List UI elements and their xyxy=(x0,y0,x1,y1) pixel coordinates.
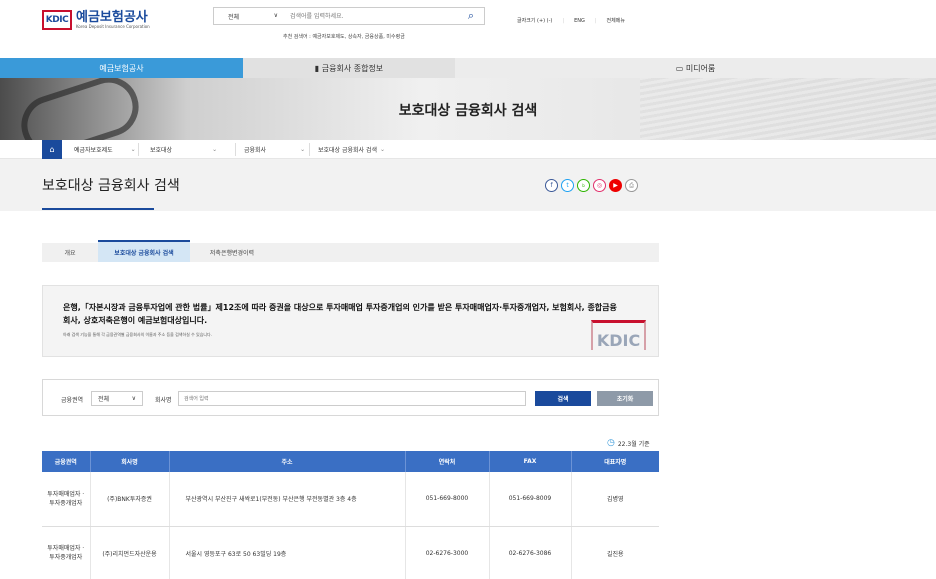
instagram-icon[interactable]: ◎ xyxy=(593,179,606,192)
language-eng-link[interactable]: ENG xyxy=(574,18,585,24)
table-row[interactable]: 투자매매업자 · 투자중개업자 (주)리치먼드자산운용 서울시 영등포구 63로… xyxy=(42,526,659,579)
sub-tabs: 개요 보호대상 금융회사 검색 저축은행변경이력 xyxy=(42,240,659,262)
col-address: 주소 xyxy=(169,451,406,472)
as-of-date: ◷ 22.3월 기준 xyxy=(607,438,650,448)
col-fax: FAX xyxy=(489,451,572,472)
utility-menu: 글자크기 (+) (-) | ENG | 전체메뉴 xyxy=(517,17,625,25)
twitter-icon[interactable]: t xyxy=(561,179,574,192)
site-logo[interactable]: KDIC 예금보험공사 Korea Deposit Insurance Corp… xyxy=(42,10,150,30)
banner-title: 보호대상 금융회사 검색 xyxy=(398,103,538,119)
search-icon[interactable]: ⌕ xyxy=(458,9,484,23)
breadcrumb-item-current[interactable]: 보호대상 금융회사 검색 ⌄ xyxy=(318,140,385,159)
blog-icon[interactable]: b xyxy=(577,179,590,192)
col-sector: 금융권역 xyxy=(42,451,91,472)
tab-savings-bank-history[interactable]: 저축은행변경이력 xyxy=(190,243,274,262)
tab-media-room[interactable]: ▭ 미디어룸 xyxy=(455,58,936,78)
reset-button[interactable]: 초기화 xyxy=(597,391,653,406)
tab-protected-search[interactable]: 보호대상 금융회사 검색 xyxy=(98,240,190,262)
title-underline xyxy=(42,208,154,210)
notice-subtext: 아래 검색 기능을 통해 각 금융권역별 금융회사의 이름과 주소 등을 검색하… xyxy=(63,332,213,337)
hero-banner: 보호대상 금융회사 검색 xyxy=(0,78,936,140)
sector-select[interactable]: 전체 ∨ xyxy=(91,391,143,406)
main-nav: 예금보험공사 ▮ 금융회사 종합정보 ▭ 미디어룸 xyxy=(0,58,936,78)
clock-icon: ◷ xyxy=(607,438,615,448)
search-filter: 금융권역 전체∨ 회사명 검색 초기화 xyxy=(42,379,659,416)
col-company: 회사명 xyxy=(90,451,170,472)
notice-box: 은행,「자본시장과 금융투자업에 관한 법률」제12조에 따라 증권을 대상으로… xyxy=(42,285,659,357)
company-label: 회사명 xyxy=(155,397,172,404)
chevron-down-icon: ∨ xyxy=(273,11,278,19)
chevron-down-icon: ∨ xyxy=(131,395,136,402)
youtube-icon[interactable]: ▶ xyxy=(609,179,622,192)
print-icon[interactable]: ⎙ xyxy=(625,179,638,192)
page-header: 보호대상 금융회사 검색 f t b ◎ ▶ ⎙ xyxy=(0,159,936,211)
notice-text: 은행,「자본시장과 금융투자업에 관한 법률」제12조에 따라 증권을 대상으로… xyxy=(63,303,617,325)
search-scope-select[interactable]: 전체 ∨ xyxy=(214,12,284,21)
recommended-keywords: 추천 검색어 : 예금자보호제도, 상속자, 금융상품, 미수령금 xyxy=(283,34,405,40)
breadcrumb-item-protection-system[interactable]: 예금자보호제도 ⌄ xyxy=(74,140,136,159)
home-icon[interactable]: ⌂ xyxy=(42,140,62,159)
media-icon: ▭ xyxy=(675,63,686,73)
breadcrumb-item-protected[interactable]: 보호대상 ⌄ xyxy=(150,140,217,159)
sector-label: 금융권역 xyxy=(61,397,84,404)
breadcrumb-item-financial-company[interactable]: 금융회사 ⌄ xyxy=(244,140,305,159)
logo-korean-name: 예금보험공사 xyxy=(76,9,148,25)
facebook-icon[interactable]: f xyxy=(545,179,558,192)
search-input[interactable] xyxy=(284,8,458,24)
page-title: 보호대상 금융회사 검색 xyxy=(42,178,180,194)
company-name-input[interactable] xyxy=(178,391,526,406)
tab-financial-info[interactable]: ▮ 금융회사 종합정보 xyxy=(243,58,455,78)
font-size-control[interactable]: 글자크기 (+) (-) xyxy=(517,17,552,24)
tab-overview[interactable]: 개요 xyxy=(42,243,98,262)
col-phone: 연락처 xyxy=(405,451,490,472)
breadcrumb: ⌂ 예금자보호제도 ⌄ 보호대상 ⌄ 금융회사 ⌄ 보호대상 금융회사 검색 ⌄ xyxy=(0,140,936,159)
building-icon: ▮ xyxy=(314,63,322,73)
site-header: KDIC 예금보험공사 Korea Deposit Insurance Corp… xyxy=(0,0,936,58)
results-table: 금융권역 회사명 주소 연락처 FAX 대표자명 투자매매업자 · 투자중개업자… xyxy=(42,451,659,579)
col-ceo: 대표자명 xyxy=(571,451,659,472)
global-search: 전체 ∨ ⌕ xyxy=(213,7,485,25)
logo-english-name: Korea Deposit Insurance Corporation xyxy=(76,23,150,29)
share-icons: f t b ◎ ▶ ⎙ xyxy=(545,179,638,192)
search-button[interactable]: 검색 xyxy=(535,391,591,406)
all-menu-button[interactable]: 전체메뉴 xyxy=(607,17,625,24)
kdic-watermark-logo: KDIC xyxy=(591,320,646,350)
table-row[interactable]: 투자매매업자 · 투자중개업자 (주)BNK투자증권 부산광역시 부산진구 새싹… xyxy=(42,472,659,527)
tab-kdic[interactable]: 예금보험공사 xyxy=(0,58,243,78)
logo-mark: KDIC xyxy=(42,10,72,30)
